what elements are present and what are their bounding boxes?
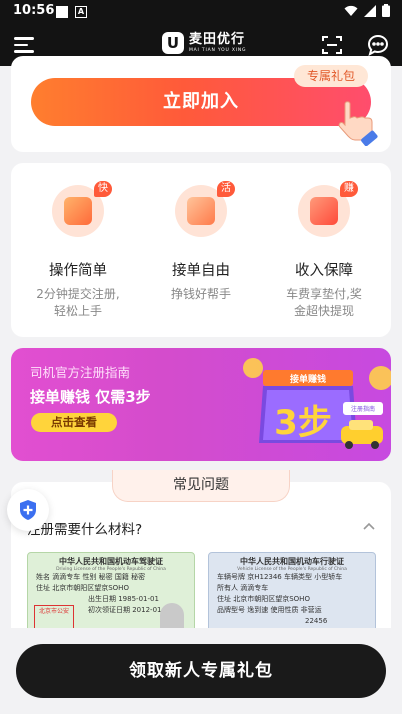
scan-icon[interactable] — [322, 35, 342, 55]
notification-a-icon: A — [75, 6, 87, 18]
license-row: 22456 — [305, 617, 328, 625]
feature-desc-line: 2分钟提交注册, — [36, 287, 120, 301]
feature-desc-line: 挣钱好帮手 — [170, 287, 231, 301]
feature-item: 赚 收入保障 车费享垫付,奖 金超快提现 — [261, 181, 387, 320]
join-card: 立即加入 专属礼包 — [11, 56, 391, 152]
license-row: 车辆号牌 京H12346 车辆类型 小型轿车 — [217, 573, 343, 581]
banner-ribbon-text: 接单赚钱 — [290, 373, 326, 385]
feature-badge: 活 — [217, 181, 235, 197]
feature-title: 接单自由 — [172, 263, 230, 279]
feature-title: 收入保障 — [295, 263, 353, 279]
feature-item: 活 接单自由 挣钱好帮手 — [138, 181, 264, 303]
registration-guide-banner[interactable]: 司机官方注册指南 接单赚钱 仅需3步 点击查看 接单赚钱 3步 注册指南 — [11, 348, 391, 461]
chevron-up-icon[interactable] — [363, 522, 375, 530]
status-bar: 10:56 A — [0, 0, 402, 24]
feature-badge: 赚 — [340, 181, 358, 197]
vehicle-license-image: 中华人民共和国机动车行驶证 Vehicle License of the Peo… — [208, 552, 376, 634]
feature-desc: 车费享垫付,奖 金超快提现 — [261, 286, 387, 320]
feature-desc-line: 金超快提现 — [293, 304, 354, 318]
income-arrow-icon: 赚 — [298, 181, 358, 237]
banner-title: 接单赚钱 仅需3步 — [30, 388, 151, 406]
logo-mark-icon: U — [162, 32, 184, 54]
menu-icon[interactable] — [14, 37, 34, 53]
shield-plus-icon — [20, 500, 36, 520]
feature-desc-line: 车费享垫付,奖 — [286, 287, 362, 301]
battery-icon — [382, 4, 390, 17]
lightning-doc-icon: 快 — [52, 181, 112, 237]
notification-square-icon — [56, 6, 68, 18]
feature-badge: 快 — [94, 181, 112, 197]
feature-desc-line: 轻松上手 — [53, 304, 102, 318]
features-card: 快 操作简单 2分钟提交注册, 轻松上手 活 接单自由 挣钱好帮手 赚 收入保障… — [11, 163, 391, 337]
brand-title: 麦田优行 — [189, 31, 246, 47]
license-row: 姓名 滴滴专车 性别 秘密 国籍 秘密 — [36, 573, 146, 581]
brand-logo: U 麦田优行 MAI TIAN YOU XING — [162, 32, 246, 54]
license-row: 住址 北京市朝阳区望京SOHO — [217, 595, 310, 603]
order-list-icon: 活 — [175, 181, 235, 237]
feature-item: 快 操作简单 2分钟提交注册, 轻松上手 — [15, 181, 141, 320]
feature-title: 操作简单 — [49, 263, 107, 279]
security-shield-button[interactable] — [7, 489, 49, 531]
signal-icon — [364, 4, 376, 17]
wifi-icon — [344, 5, 358, 16]
brand-subtitle: MAI TIAN YOU XING — [189, 47, 247, 53]
feature-desc: 挣钱好帮手 — [138, 286, 264, 303]
license-row: 所有人 滴滴专车 — [217, 584, 269, 592]
banner-subtitle: 司机官方注册指南 — [30, 365, 131, 380]
status-time: 10:56 — [13, 3, 55, 18]
faq-title: 常见问题 — [112, 470, 290, 502]
feature-desc: 2分钟提交注册, 轻松上手 — [15, 286, 141, 320]
license-title: 中华人民共和国机动车驾驶证 — [59, 557, 163, 566]
exclusive-gift-tag: 专属礼包 — [294, 65, 368, 87]
message-icon[interactable] — [367, 34, 389, 56]
banner-view-button[interactable]: 点击查看 — [31, 413, 117, 432]
license-title: 中华人民共和国机动车行驶证 — [240, 557, 344, 566]
pointing-hand-icon — [338, 101, 378, 146]
banner-tag-text: 注册指南 — [351, 405, 375, 413]
driving-license-image: 中华人民共和国机动车驾驶证 Driving License of the Peo… — [27, 552, 195, 634]
three-steps-illustration: 接单赚钱 3步 注册指南 — [243, 358, 391, 449]
license-row: 品牌型号 逸到速 使用性质 非营运 — [217, 606, 322, 614]
license-row: 住址 北京市朝阳区望京SOHO — [36, 584, 129, 592]
banner-big-text: 3步 — [274, 403, 332, 443]
claim-gift-button[interactable]: 领取新人专属礼包 — [16, 644, 386, 698]
